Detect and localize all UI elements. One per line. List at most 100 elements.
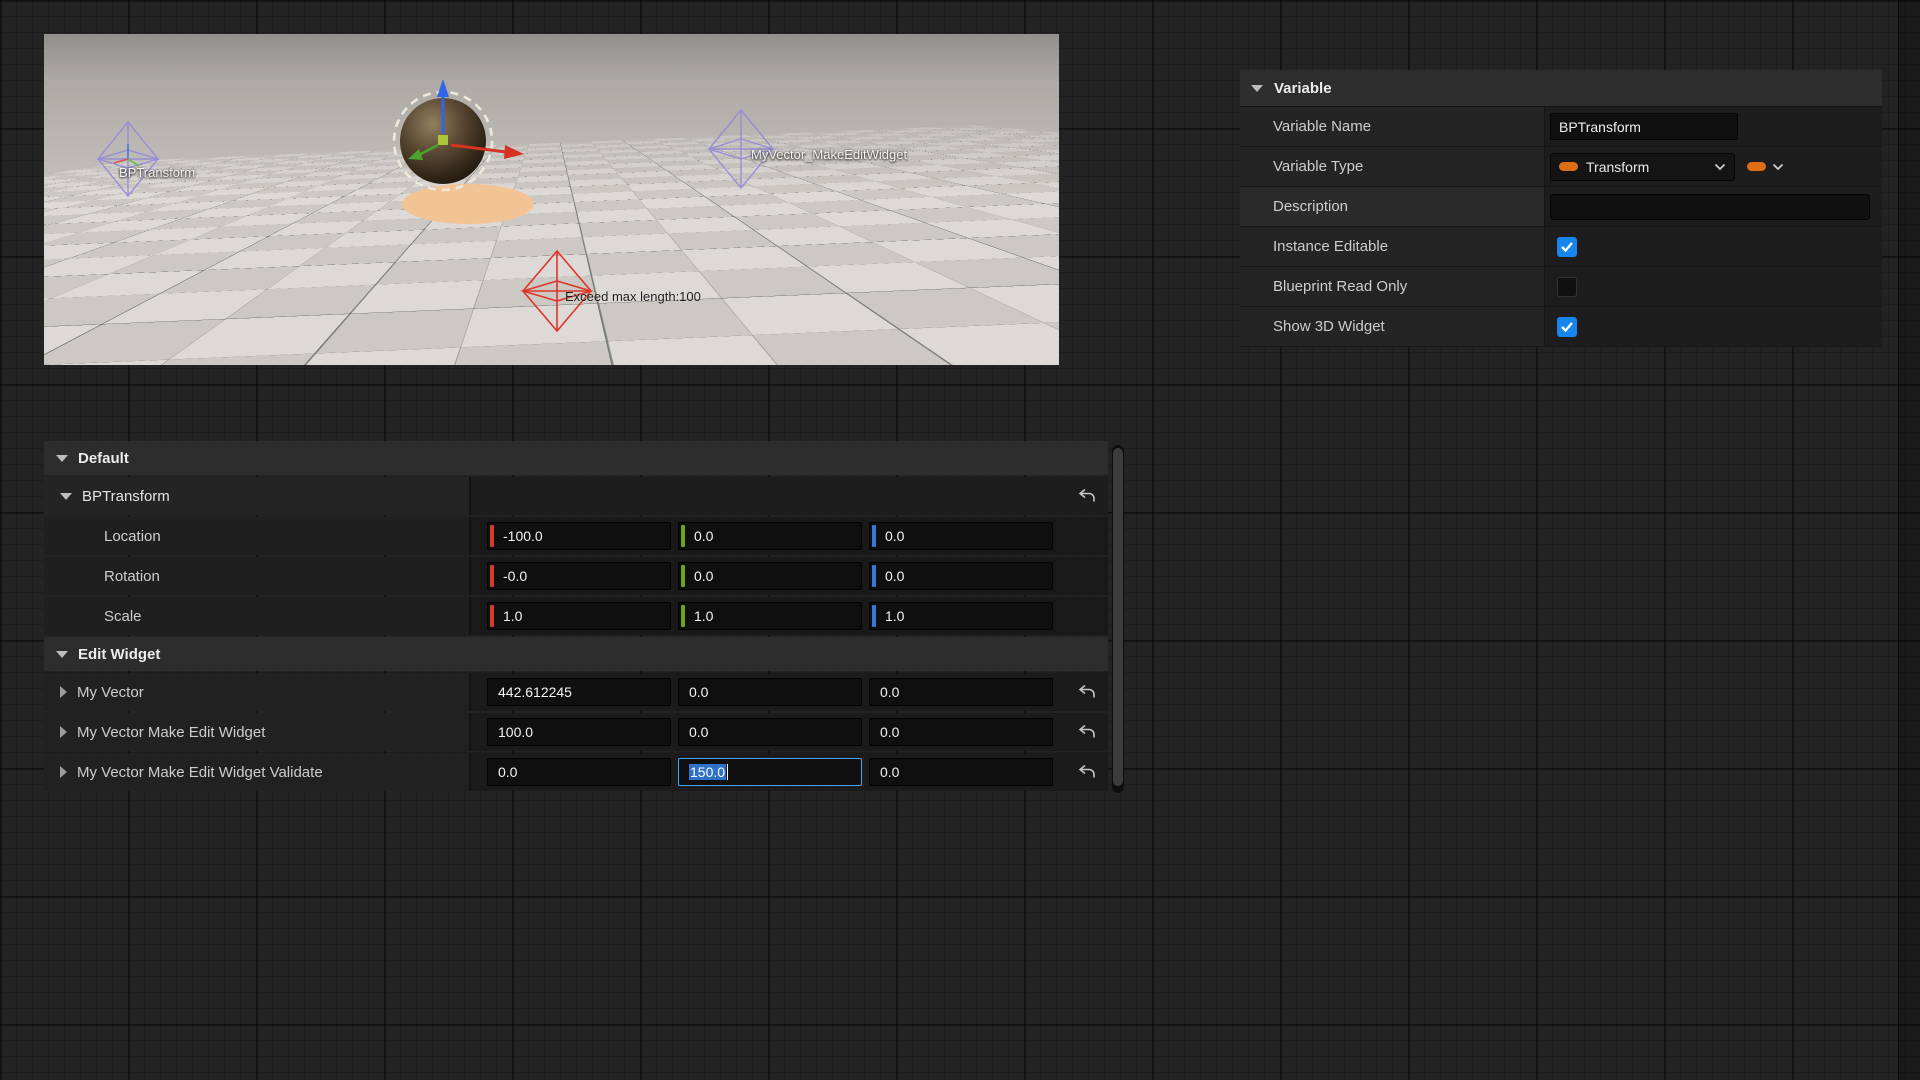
revert-to-default-button[interactable]	[1078, 725, 1096, 740]
section-header-edit-widget[interactable]: Edit Widget	[44, 637, 1108, 671]
field-value: 0.0	[880, 684, 899, 700]
axis-z-bar-icon	[872, 605, 876, 627]
property-label: Rotation	[104, 568, 160, 585]
blueprint-read-only-checkbox[interactable]	[1557, 277, 1577, 297]
show-3d-widget-checkbox[interactable]	[1557, 317, 1577, 337]
check-icon	[1560, 321, 1574, 333]
details-scrollbar-track[interactable]	[1112, 445, 1124, 793]
property-label: My Vector Make Edit Widget	[77, 724, 265, 741]
field-value: 442.612245	[498, 684, 572, 700]
location-y-field[interactable]: 0.0	[678, 522, 862, 550]
axis-z-bar-icon	[872, 565, 876, 587]
field-value: 0.0	[880, 764, 899, 780]
gizmo-center-handle[interactable]	[438, 135, 448, 145]
row-variable-name: Variable Name	[1240, 107, 1882, 146]
my-vector-y-field[interactable]: 0.0	[678, 678, 862, 706]
my-vector-x-field[interactable]: 442.612245	[487, 678, 671, 706]
variable-name-label: Variable Name	[1273, 118, 1371, 135]
property-row-my-vector-make-edit-widget: My Vector Make Edit Widget 100.0 0.0 0.0	[44, 713, 1108, 751]
section-title: Edit Widget	[78, 646, 160, 663]
property-row-bptransform: BPTransform	[44, 477, 1108, 515]
field-value: -0.0	[503, 568, 527, 584]
text-caret	[727, 764, 728, 780]
property-row-location: Location -100.0 0.0 0.0	[44, 517, 1108, 555]
mvmew-z-field[interactable]: 0.0	[869, 718, 1053, 746]
variable-section-header[interactable]: Variable	[1240, 70, 1882, 106]
property-label: Location	[104, 528, 161, 545]
description-input[interactable]	[1550, 194, 1870, 220]
scale-x-field[interactable]: 1.0	[487, 602, 671, 630]
axis-y-bar-icon	[681, 525, 685, 547]
instance-editable-checkbox[interactable]	[1557, 237, 1577, 257]
property-row-rotation: Rotation -0.0 0.0 0.0	[44, 557, 1108, 595]
chevron-down-icon	[1714, 163, 1726, 171]
location-x-field[interactable]: -100.0	[487, 522, 671, 550]
mvmewv-x-field[interactable]: 0.0	[487, 758, 671, 786]
blueprint-graph-background[interactable]: BPTransform MyVector_MakeEditWidget Exce…	[0, 0, 1920, 1080]
sphere-shadow	[402, 184, 534, 224]
viewport-scene-svg	[44, 34, 1059, 365]
row-variable-type: Variable Type Transform	[1240, 147, 1882, 186]
property-row-my-vector-make-edit-widget-validate: My Vector Make Edit Widget Validate 0.0 …	[44, 753, 1108, 791]
instance-editable-label: Instance Editable	[1273, 238, 1388, 255]
revert-to-default-button[interactable]	[1078, 685, 1096, 700]
axis-z-bar-icon	[872, 525, 876, 547]
widget-label-bptransform: BPTransform	[119, 165, 195, 180]
variable-type-label: Variable Type	[1273, 158, 1363, 175]
rotation-z-field[interactable]: 0.0	[869, 562, 1053, 590]
expand-arrow-icon[interactable]	[60, 686, 67, 698]
panel-edge-divider	[1898, 0, 1920, 1080]
field-value: 1.0	[503, 608, 522, 624]
3d-preview-viewport[interactable]: BPTransform MyVector_MakeEditWidget Exce…	[44, 34, 1059, 365]
octahedron-wireframe-bptransform[interactable]	[98, 122, 158, 196]
axis-x-bar-icon	[490, 525, 494, 547]
variable-name-input[interactable]	[1550, 113, 1738, 140]
scale-y-field[interactable]: 1.0	[678, 602, 862, 630]
collapse-arrow-icon[interactable]	[56, 455, 68, 462]
field-value: 1.0	[885, 608, 904, 624]
expand-arrow-icon[interactable]	[60, 726, 67, 738]
rotation-x-field[interactable]: -0.0	[487, 562, 671, 590]
field-value: 0.0	[498, 764, 517, 780]
mvmew-x-field[interactable]: 100.0	[487, 718, 671, 746]
property-row-scale: Scale 1.0 1.0 1.0	[44, 597, 1108, 635]
description-label: Description	[1273, 198, 1348, 215]
expand-arrow-icon[interactable]	[60, 766, 67, 778]
my-vector-z-field[interactable]: 0.0	[869, 678, 1053, 706]
collapse-arrow-icon[interactable]	[56, 651, 68, 658]
field-value: 0.0	[694, 568, 713, 584]
field-value: 0.0	[689, 684, 708, 700]
collapse-arrow-icon[interactable]	[1251, 85, 1263, 92]
defaults-details-panel: Default BPTransform Location -100.0	[44, 441, 1108, 793]
selected-field-value: 150.0	[689, 764, 726, 780]
row-instance-editable: Instance Editable	[1240, 227, 1882, 266]
section-title: Default	[78, 450, 129, 467]
field-value: 0.0	[689, 724, 708, 740]
field-value: 0.0	[885, 528, 904, 544]
collapse-arrow-icon[interactable]	[60, 493, 72, 500]
section-header-default[interactable]: Default	[44, 441, 1108, 475]
mvmewv-y-field-focused[interactable]: 150.0	[678, 758, 862, 786]
field-value: 0.0	[694, 528, 713, 544]
revert-to-default-button[interactable]	[1078, 489, 1096, 504]
field-value: 1.0	[694, 608, 713, 624]
variable-type-value: Transform	[1586, 159, 1649, 175]
container-type-chevron-icon[interactable]	[1772, 163, 1784, 171]
gizmo-z-arrow-icon[interactable]	[437, 79, 449, 97]
container-type-pill-icon[interactable]	[1747, 162, 1766, 171]
location-z-field[interactable]: 0.0	[869, 522, 1053, 550]
gizmo-x-arrow-icon[interactable]	[504, 145, 524, 159]
blueprint-read-only-label: Blueprint Read Only	[1273, 278, 1407, 295]
show-3d-widget-label: Show 3D Widget	[1273, 318, 1385, 335]
rotation-y-field[interactable]: 0.0	[678, 562, 862, 590]
details-scrollbar-thumb[interactable]	[1113, 448, 1123, 786]
field-value: 0.0	[885, 568, 904, 584]
property-label: My Vector Make Edit Widget Validate	[77, 764, 323, 781]
scale-z-field[interactable]: 1.0	[869, 602, 1053, 630]
field-value: 0.0	[880, 724, 899, 740]
variable-type-dropdown[interactable]: Transform	[1550, 153, 1735, 181]
mvmew-y-field[interactable]: 0.0	[678, 718, 862, 746]
revert-to-default-button[interactable]	[1078, 765, 1096, 780]
mvmewv-z-field[interactable]: 0.0	[869, 758, 1053, 786]
property-label: Scale	[104, 608, 142, 625]
